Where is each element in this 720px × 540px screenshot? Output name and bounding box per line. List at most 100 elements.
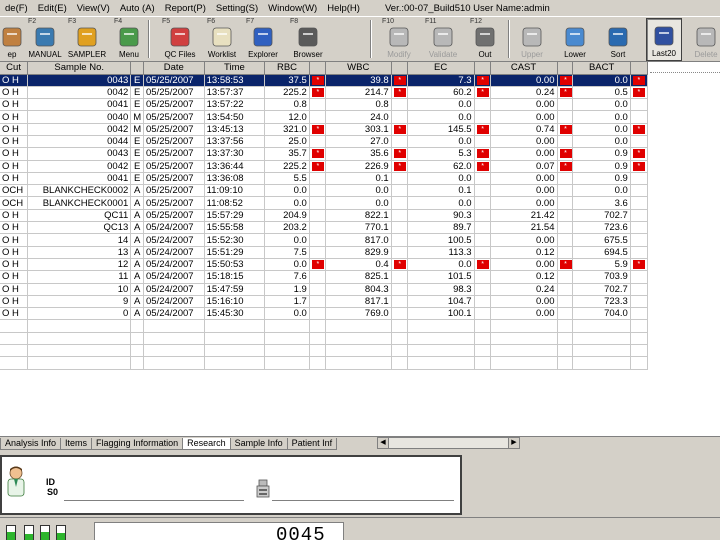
tab-patient-info[interactable]: Patient Inf <box>286 438 338 450</box>
menu-setting[interactable]: Setting(S) <box>211 3 263 14</box>
tab-items[interactable]: Items <box>60 438 93 450</box>
table-row[interactable]: O H QC13 A 05/24/2007 15:55:58 203.2 770.1 89.7… <box>0 221 649 235</box>
cell-sample-mode: A <box>130 246 145 259</box>
cell-rbc: 0.8 <box>264 98 310 112</box>
toolbar-button-menu[interactable]: F4 Menu <box>112 18 146 61</box>
table-row[interactable]: O H 0 A 05/24/2007 15:45:30 0.0 769.0 100.1 0.00… <box>0 307 649 321</box>
empty-cell <box>27 344 132 358</box>
cell-bact-flag <box>630 307 649 321</box>
column-header-ec-flag[interactable] <box>474 62 491 75</box>
tab-sample-info[interactable]: Sample Info <box>229 438 288 450</box>
table-row[interactable]: O H 0041 E 05/25/2007 13:36:08 5.5 0.1 0.0 0.00 0… <box>0 172 649 186</box>
table-row[interactable]: O H 0043 E 05/25/2007 13:58:53 37.5 * 39.8 * 7.3 *… <box>0 74 649 87</box>
column-header-sample-no[interactable]: Sample No. <box>27 62 132 75</box>
toolbar-button-sampler[interactable]: F3 SAMPLER <box>66 18 108 61</box>
toolbar-button-delete: Delete <box>690 18 720 61</box>
cell-cut: OCH <box>0 184 29 198</box>
flag-marker: * <box>559 149 572 159</box>
table-row[interactable]: O H 0040 M 05/25/2007 13:54:50 12.0 24.0 0.0 0.0… <box>0 110 649 124</box>
sort-icon <box>608 27 628 47</box>
scroll-left-icon[interactable]: ◀ <box>378 438 389 448</box>
empty-cell <box>130 344 145 358</box>
cell-bact-flag <box>630 221 649 235</box>
cell-sample-mode: E <box>130 98 145 112</box>
toolbar-button-help[interactable]: ep <box>0 18 24 61</box>
column-header-wbc-flag[interactable] <box>391 62 408 75</box>
toolbar-button-browser[interactable]: F8 Browser <box>288 18 328 61</box>
table-row[interactable]: OCH BLANKCHECK0001 A 05/25/2007 11:08:52 0.0 0… <box>0 196 649 210</box>
table-row[interactable]: O H 14 A 05/24/2007 15:52:30 0.0 817.0 100.5 0.0… <box>0 233 649 247</box>
cell-bact-flag <box>630 246 649 259</box>
toolbar-button-explorer[interactable]: F7 Explorer <box>244 18 282 61</box>
column-header-rbc[interactable]: RBC <box>264 62 310 75</box>
tab-flagging-information[interactable]: Flagging Information <box>91 438 184 450</box>
tab-strip: Analysis Info Items Flagging Information Re… <box>0 436 720 450</box>
table-row[interactable]: OCH BLANKCHECK0002 A 05/25/2007 11:09:10 0.0 0… <box>0 184 649 198</box>
toolbar-button-out[interactable]: F12 Out <box>468 18 502 61</box>
cell-cast-flag <box>557 295 574 309</box>
toolbar-button-last20[interactable]: Last20 <box>646 18 682 61</box>
menu-window[interactable]: Window(W) <box>263 3 322 14</box>
cell-bact: 675.5 <box>572 233 631 247</box>
column-header-cast-flag[interactable] <box>557 62 574 75</box>
menu-edit[interactable]: Edit(E) <box>33 3 72 14</box>
cell-cast-flag <box>557 110 574 124</box>
table-row[interactable]: O H 0043 E 05/25/2007 13:37:30 35.7 * 35.6 * 5.3 *… <box>0 147 649 161</box>
column-header-rbc-flag[interactable] <box>309 62 326 75</box>
column-header-wbc[interactable]: WBC <box>325 62 392 75</box>
column-header-bact[interactable]: BACT <box>572 62 631 75</box>
column-header-date[interactable]: Date <box>143 62 205 75</box>
column-header-ec[interactable]: EC <box>407 62 475 75</box>
cell-rbc: 7.6 <box>264 270 310 284</box>
cell-ec-flag: * <box>474 86 491 100</box>
empty-cell <box>407 356 475 370</box>
menu-report[interactable]: Report(P) <box>160 3 211 14</box>
table-row[interactable]: O H 10 A 05/24/2007 15:47:59 1.9 804.3 98.3 0.24… <box>0 283 649 296</box>
cell-date: 05/25/2007 <box>143 196 205 210</box>
menu-auto[interactable]: Auto (A) <box>115 3 160 14</box>
function-key-label: F12 <box>470 18 483 25</box>
cell-bact: 0.0 <box>572 184 631 198</box>
column-header-cast[interactable]: CAST <box>490 62 558 75</box>
scroll-right-icon[interactable]: ▶ <box>508 438 519 448</box>
flag-marker: * <box>311 75 324 85</box>
toolbar-button-manual[interactable]: F2 MANUAL <box>26 18 64 61</box>
column-header-time[interactable]: Time <box>204 62 266 75</box>
table-row[interactable]: O H 12 A 05/24/2007 15:50:53 0.0 * 0.4 * 0.0 * 0.00… <box>0 258 649 272</box>
menu-help[interactable]: Help(H) <box>322 3 365 14</box>
table-row[interactable]: O H 0042 M 05/25/2007 13:45:13 321.0 * 303.1 * 14… <box>0 123 649 136</box>
table-row[interactable]: O H 0042 E 05/25/2007 13:57:37 225.2 * 214.7 * 60… <box>0 86 649 100</box>
flag-marker: * <box>476 161 489 171</box>
toolbar-button-qc-files[interactable]: F5 QC Files <box>160 18 200 61</box>
horizontal-scrollbar[interactable]: ◀ ▶ <box>377 437 520 449</box>
menu-file[interactable]: de(F) <box>0 3 33 14</box>
cell-sample-no: 0041 <box>27 98 132 112</box>
column-header-sample-mode[interactable] <box>130 62 145 75</box>
table-row[interactable]: O H 0041 E 05/25/2007 13:57:22 0.8 0.8 0.0 0.00 0… <box>0 98 649 112</box>
patient-id-field-line <box>64 500 244 501</box>
cell-sample-mode: M <box>130 110 145 124</box>
table-row[interactable]: O H QC11 A 05/25/2007 15:57:29 204.9 822.1 90.3… <box>0 209 649 223</box>
menu-view[interactable]: View(V) <box>72 3 115 14</box>
tab-analysis-info[interactable]: Analysis Info <box>0 438 62 450</box>
table-row[interactable]: O H 9 A 05/24/2007 15:16:10 1.7 817.1 104.7 0.00… <box>0 295 649 309</box>
column-header-bact-flag[interactable] <box>630 62 649 75</box>
patient-panel: ID S0 <box>0 455 462 515</box>
table-row[interactable]: O H 11 A 05/24/2007 15:18:15 7.6 825.1 101.5 0.1… <box>0 270 649 284</box>
table-row[interactable]: O H 0044 E 05/25/2007 13:37:56 25.0 27.0 0.0 0.0… <box>0 135 649 149</box>
cell-ec-flag: * <box>474 147 491 161</box>
cell-ec-flag <box>474 246 491 259</box>
toolbar-button-label: ep <box>7 50 17 59</box>
cell-cast-flag <box>557 221 574 235</box>
table-row[interactable]: O H 13 A 05/24/2007 15:51:29 7.5 829.9 113.3 0.1… <box>0 246 649 259</box>
cell-cast-flag <box>557 172 574 186</box>
tab-research[interactable]: Research <box>182 438 231 450</box>
cell-cast: 0.00 <box>490 147 558 161</box>
toolbar-button-lower[interactable]: Lower <box>557 18 593 61</box>
toolbar-button-worklist[interactable]: F6 Worklist <box>205 18 239 61</box>
column-header-cut[interactable]: Cut <box>0 62 29 75</box>
cell-sample-no: 0 <box>27 307 132 321</box>
cell-time: 15:51:29 <box>204 246 266 259</box>
toolbar-button-sort[interactable]: Sort <box>600 18 636 61</box>
table-row[interactable]: O H 0042 E 05/25/2007 13:36:44 225.2 * 226.9 * 62… <box>0 160 649 173</box>
